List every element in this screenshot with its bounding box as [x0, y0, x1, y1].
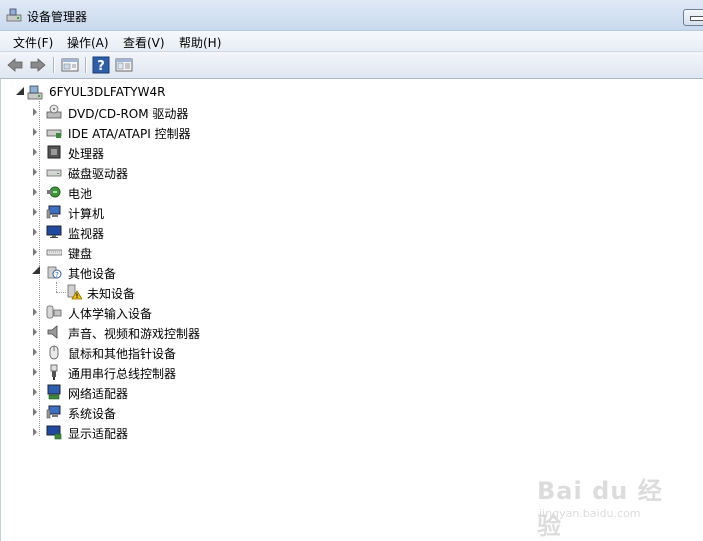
tree-item-label: IDE ATA/ATAPI 控制器	[68, 127, 191, 141]
monitor-icon	[46, 225, 62, 238]
tree-item-label: 人体学输入设备	[68, 307, 153, 321]
tree-item-label: 未知设备	[87, 287, 136, 301]
expand-arrow-icon[interactable]	[33, 128, 37, 136]
expand-arrow-icon[interactable]	[33, 208, 37, 216]
menu-action[interactable]: 操作(A)	[67, 34, 109, 51]
watermark-main: Bai du 经验	[537, 477, 663, 540]
expand-arrow-icon[interactable]	[33, 348, 37, 356]
tree-item-label: 声音、视频和游戏控制器	[68, 327, 201, 341]
computer-icon	[46, 205, 61, 219]
tree-item-label: 鼠标和其他指针设备	[68, 347, 177, 361]
expand-arrow-icon[interactable]	[33, 148, 37, 156]
expand-arrow-icon[interactable]	[33, 328, 37, 336]
system-devices-icon	[46, 405, 61, 419]
processor-icon	[47, 145, 61, 159]
disk-drive-icon	[46, 169, 62, 177]
expand-arrow-icon[interactable]	[33, 368, 37, 376]
other-devices-icon: ?	[47, 266, 62, 279]
expand-arrow-icon[interactable]	[33, 108, 37, 116]
toolbar-separator	[53, 57, 55, 73]
title-bar: 设备管理器	[0, 0, 703, 31]
expand-arrow-icon[interactable]	[33, 188, 37, 196]
minimize-icon	[690, 16, 703, 21]
menu-help[interactable]: 帮助(H)	[179, 34, 221, 51]
menu-bar: 文件(F) 操作(A) 查看(V) 帮助(H)	[0, 31, 703, 52]
tree-item-label: 监视器	[68, 227, 105, 241]
menu-view[interactable]: 查看(V)	[123, 34, 165, 51]
expand-arrow-icon[interactable]	[33, 228, 37, 236]
human-interface-device-icon	[46, 305, 62, 319]
collapse-arrow-icon[interactable]	[16, 87, 24, 95]
help-icon[interactable]: ?	[92, 56, 110, 74]
tree-item-label: 通用串行总线控制器	[68, 367, 177, 381]
speaker-icon	[47, 325, 58, 339]
tree-item-label: 其他设备	[68, 267, 117, 281]
expand-arrow-icon[interactable]	[33, 308, 37, 316]
svg-text:?: ?	[55, 271, 59, 279]
keyboard-icon	[46, 249, 62, 256]
device-manager-icon	[6, 8, 22, 22]
tree-connector	[56, 282, 57, 292]
optical-drive-icon	[46, 104, 62, 119]
tree-item-label: 磁盘驱动器	[68, 167, 129, 181]
toolbar: ?	[0, 52, 703, 79]
forward-icon[interactable]	[29, 56, 47, 74]
computer-icon	[27, 85, 43, 100]
watermark: Bai du 经验 jingyan.baidu.com	[535, 467, 675, 540]
tree-item-label: 计算机	[68, 207, 105, 221]
tree-item-label: 网络适配器	[68, 387, 129, 401]
menu-file[interactable]: 文件(F)	[13, 34, 53, 51]
usb-controller-icon	[50, 364, 58, 380]
battery-icon	[47, 186, 61, 198]
tree-root-label: 6FYUL3DLFATYW4R	[49, 85, 166, 99]
minimize-button[interactable]	[683, 9, 703, 26]
mouse-icon	[49, 345, 59, 360]
expand-arrow-icon[interactable]	[33, 168, 37, 176]
back-icon[interactable]	[6, 56, 24, 74]
watermark-sub: jingyan.baidu.com	[539, 507, 641, 520]
tree-item-label: 键盘	[68, 247, 93, 261]
show-hide-console-tree-icon[interactable]	[115, 56, 133, 74]
properties-icon[interactable]	[61, 56, 79, 74]
ide-controller-icon	[46, 129, 62, 138]
tree-item-label: 系统设备	[68, 407, 117, 421]
svg-text:?: ?	[97, 59, 105, 74]
tree-item-label: 显示适配器	[68, 427, 129, 441]
tree-connector	[56, 292, 66, 293]
tree-item-label: 处理器	[68, 147, 105, 161]
expand-arrow-icon[interactable]	[33, 388, 37, 396]
toolbar-separator	[85, 57, 87, 73]
expand-arrow-icon[interactable]	[33, 248, 37, 256]
unknown-device-warning-icon	[67, 284, 82, 300]
expand-arrow-icon[interactable]	[33, 428, 37, 436]
tree-item-label: 电池	[68, 187, 93, 201]
collapse-arrow-icon[interactable]	[32, 266, 40, 274]
expand-arrow-icon[interactable]	[33, 408, 37, 416]
window-title: 设备管理器	[27, 10, 88, 24]
display-adapter-icon	[46, 425, 62, 440]
tree-item-label: DVD/CD-ROM 驱动器	[68, 107, 189, 121]
network-adapter-icon	[47, 384, 61, 400]
